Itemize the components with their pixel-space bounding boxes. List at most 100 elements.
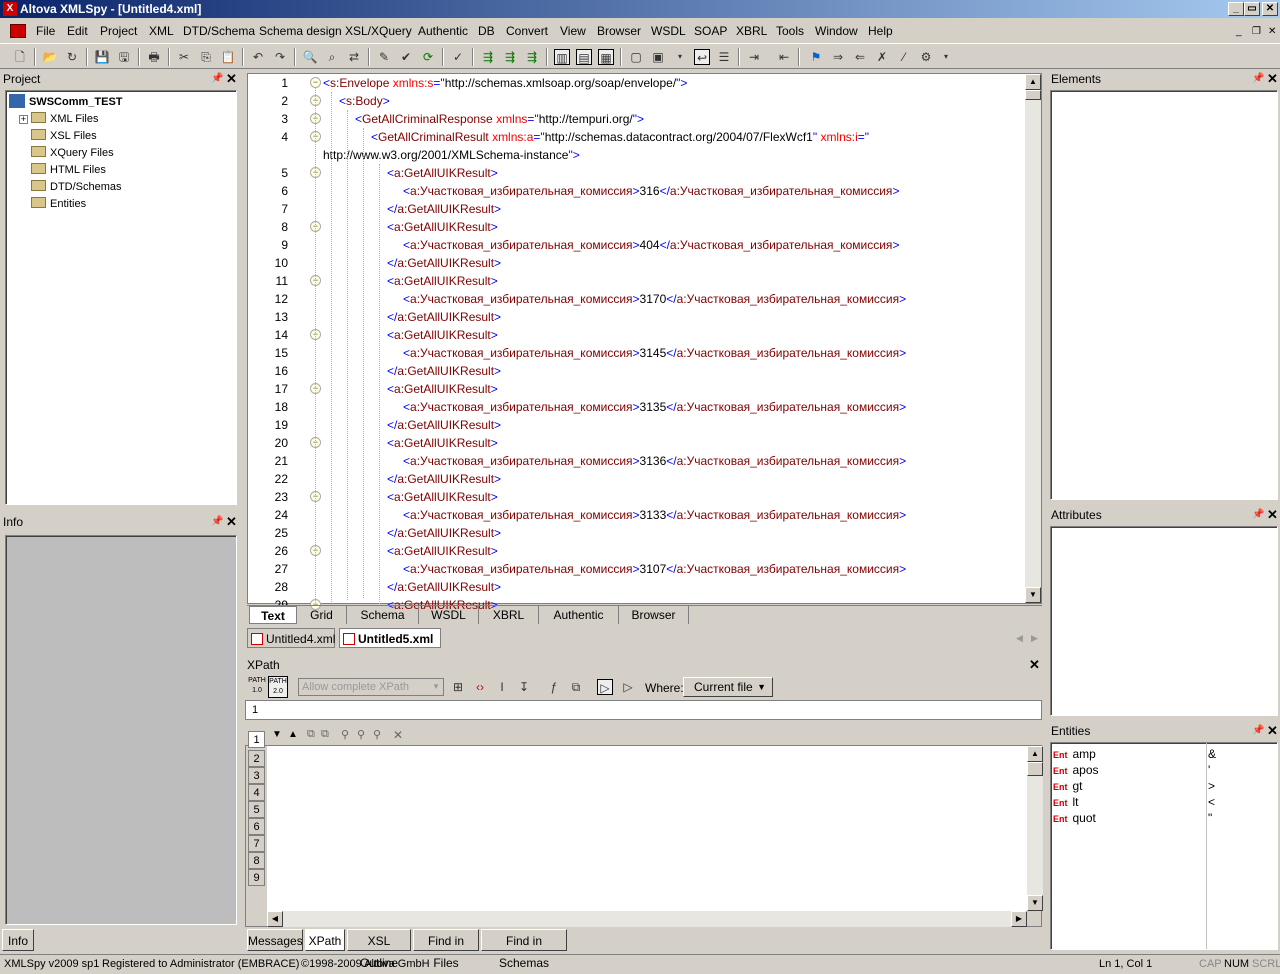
entity-row[interactable]: Ent gt [1053,778,1083,794]
undo-icon[interactable]: ↶ [250,49,266,65]
menu-wsdl[interactable]: WSDL [651,24,686,38]
fold-toggle-icon[interactable]: − [310,77,321,88]
next-result-icon[interactable]: ▼ [272,729,282,740]
tree-folder-xml[interactable]: XML Files [31,111,99,127]
scroll-thumb[interactable] [1027,762,1043,776]
scroll-down-icon[interactable]: ▼ [1027,895,1043,911]
xpath-mode-select[interactable]: Allow complete XPath ▼ [298,678,444,696]
menu-schema-design[interactable]: Schema design [259,24,342,38]
xpath-evaluate-icon[interactable]: ▷ [597,679,613,695]
pin-icon[interactable]: 📌 [211,70,223,88]
prev-bookmark-icon[interactable]: ⇐ [852,49,868,65]
close-icon[interactable]: ✕ [1267,722,1278,740]
clear-results-icon[interactable]: ✕ [393,728,403,742]
xpath-expression-input[interactable]: 1 [245,700,1042,720]
menu-db[interactable]: DB [478,24,495,38]
refresh-entities-icon[interactable]: ⟳ [420,49,436,65]
result-tab-6[interactable]: 6 [248,818,265,835]
minimize-button[interactable]: _ [1228,2,1244,16]
menu-xsl-xquery[interactable]: XSL/XQuery [345,24,412,38]
tab-authentic[interactable]: Authentic [539,606,619,624]
reload-icon[interactable]: ↻ [64,49,80,65]
menu-tools[interactable]: Tools [776,24,804,38]
spellcheck-icon[interactable]: ✓ [450,49,466,65]
xpath-fn-icon[interactable]: ƒ [546,679,562,695]
toolbar-more-icon[interactable]: ▾ [938,49,954,65]
db-query-icon[interactable]: ▦ [598,49,614,65]
xpath-option-icon[interactable]: ⊞ [450,679,466,695]
results-vertical-scrollbar[interactable]: ▲ ▼ [1027,746,1043,911]
scroll-thumb[interactable] [1025,90,1041,100]
info-tab[interactable]: Info [2,929,34,951]
result-tab-5[interactable]: 5 [248,801,265,818]
open-folder-icon[interactable]: 📂 [42,49,58,65]
clear-bookmarks-icon[interactable]: ✗ [874,49,890,65]
xml-text-editor[interactable]: 1− <s:Envelope xmlns:s="http://schemas.xm… [247,73,1042,612]
entity-row[interactable]: Ent apos [1053,762,1099,778]
bookmark-icon[interactable]: ⚑ [808,49,824,65]
entity-row[interactable]: Ent quot [1053,810,1096,826]
tab-wsdl[interactable]: WSDL [419,606,479,624]
expand-icon[interactable]: + [19,115,28,124]
pin-icon[interactable]: 📌 [1252,506,1264,524]
editor-vertical-scrollbar[interactable]: ▲ ▼ [1025,74,1041,603]
menu-convert[interactable]: Convert [506,24,548,38]
tree-folder-entities[interactable]: Entities [31,196,86,212]
xpath-2-0-button[interactable]: PATH 2.0 [268,676,288,698]
find-icon[interactable]: 🔍 [302,49,318,65]
result-tab-1[interactable]: 1 [248,731,265,748]
mdi-minimize-icon[interactable]: _ [1236,26,1242,37]
menu-edit[interactable]: Edit [67,24,88,38]
mdi-restore-icon[interactable]: ❐ [1252,26,1261,37]
find-next-icon[interactable]: ⌕ [324,49,340,65]
menu-window[interactable]: Window [815,24,858,38]
pin-icon[interactable]: 📌 [1252,722,1264,740]
xpath-sort-icon[interactable]: ↧ [516,679,532,695]
prev-result-icon[interactable]: ▲ [288,729,298,740]
save-icon[interactable]: 💾 [94,49,110,65]
app-icon[interactable]: X [3,2,17,16]
new-file-icon[interactable]: 🗋 [12,49,28,65]
xpath-step-icon[interactable]: ▷ [620,679,636,695]
xpath-copy-icon[interactable]: ⧉ [568,679,584,695]
cut-icon[interactable]: ✂ [176,49,192,65]
result-tab-3[interactable]: 3 [248,767,265,784]
indent-icon[interactable]: ⇥ [746,49,762,65]
search-prev-icon[interactable]: ⚲ [373,728,381,741]
copy-all-icon[interactable]: ⧉ [321,728,329,741]
xslfo-transform-icon[interactable]: ⇶ [502,49,518,65]
doc-tab-untitled4[interactable]: Untitled4.xml [247,628,335,648]
scroll-up-icon[interactable]: ▲ [1027,746,1043,762]
tab-messages[interactable]: Messages [247,929,303,951]
tab-find-in-schemas[interactable]: Find in Schemas [481,929,567,970]
entity-row[interactable]: Ent lt [1053,794,1079,810]
tab-grid[interactable]: Grid [297,606,347,624]
validate-icon[interactable]: ✔ [398,49,414,65]
tree-folder-dtd[interactable]: DTD/Schemas [31,179,122,195]
scroll-left-icon[interactable]: ◀ [267,911,283,927]
menu-project[interactable]: Project [100,24,137,38]
tab-scroll-left-icon[interactable]: ◀ [1016,633,1023,644]
search-next-icon[interactable]: ⚲ [357,728,365,741]
output-window-icon[interactable]: ▤ [576,49,592,65]
entity-row[interactable]: Ent amp [1053,746,1096,762]
paste-icon[interactable]: 📋 [220,49,236,65]
result-tab-7[interactable]: 7 [248,835,265,852]
close-icon[interactable]: ✕ [226,513,237,531]
replace-icon[interactable]: ⇄ [346,49,362,65]
doc-tab-untitled5[interactable]: Untitled5.xml [339,628,441,648]
search-result-icon[interactable]: ⚲ [341,728,349,741]
xquery-execute-icon[interactable]: ⇶ [524,49,540,65]
result-tab-8[interactable]: 8 [248,852,265,869]
menu-xbrl[interactable]: XBRL [736,24,767,38]
results-horizontal-scrollbar[interactable]: ◀ ▶ [267,911,1027,927]
xpath-1-0-button[interactable]: PATH 1.0 [247,676,267,698]
tab-xsl-outline[interactable]: XSL Outline [347,929,411,970]
copy-icon[interactable]: ⎘ [198,49,214,65]
mdi-close-icon[interactable]: ✕ [1268,26,1276,37]
pin-icon[interactable]: 📌 [1252,70,1264,88]
result-tab-2[interactable]: 2 [248,750,265,767]
outdent-icon[interactable]: ⇤ [776,49,792,65]
where-dropdown[interactable]: Current file ▼ [683,677,773,697]
tab-scroll-right-icon[interactable]: ▶ [1031,633,1038,644]
